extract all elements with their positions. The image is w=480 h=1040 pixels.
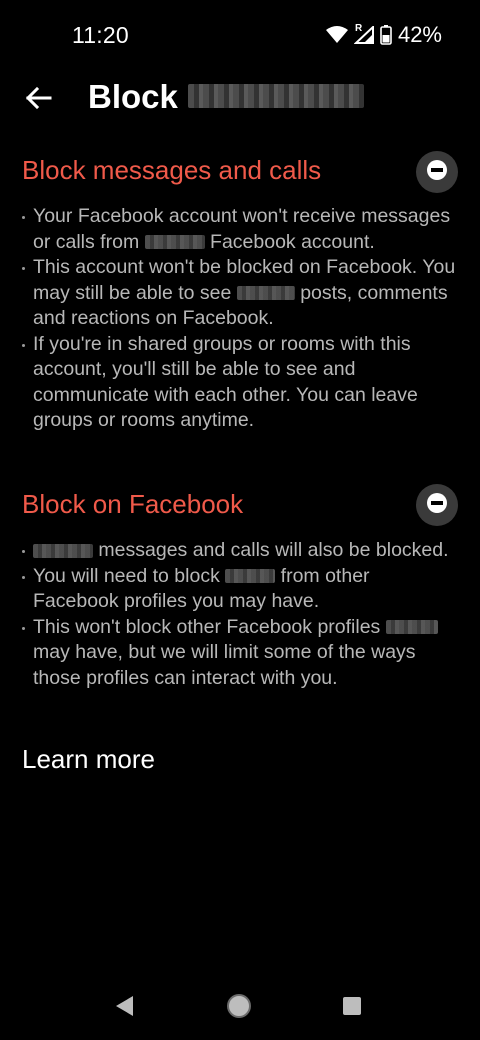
nav-home-button[interactable] <box>225 992 253 1025</box>
list-item: This won't block other Facebook profiles… <box>22 615 458 692</box>
status-bar: 11:20 R 42% <box>0 0 480 76</box>
redacted-name <box>144 235 205 250</box>
list-item: You will need to block from other Facebo… <box>22 564 458 615</box>
section-heading: Block messages and calls <box>22 155 322 185</box>
wifi-icon <box>325 26 348 44</box>
roaming-marker: R <box>354 23 363 34</box>
bullet-text: This won't block other Facebook profiles <box>33 615 381 638</box>
section-block-messages: Block messages and calls Your Facebook a… <box>22 151 458 434</box>
battery-percent: 42% <box>397 22 442 47</box>
bullet-text: messages and calls will also be blocked. <box>98 539 449 561</box>
section-block-on-facebook: Block on Facebook messages and calls wil… <box>22 484 458 691</box>
bullet-list: messages and calls will also be blocked.… <box>22 538 458 691</box>
minus-circle-icon <box>426 159 448 186</box>
bullet-text: You will need to block <box>33 564 220 587</box>
list-item: messages and calls will also be blocked. <box>22 538 458 564</box>
block-facebook-toggle-button[interactable] <box>416 484 458 526</box>
status-icons: R 42% <box>325 22 442 48</box>
minus-circle-icon <box>426 492 448 519</box>
nav-recents-square-icon <box>341 995 363 1022</box>
redacted-name <box>236 286 295 301</box>
app-bar: Block <box>0 76 480 122</box>
nav-back-button[interactable] <box>110 994 138 1022</box>
redacted-contact-name <box>187 84 364 109</box>
bullet-text: may have, but we will limit some of the … <box>33 641 416 689</box>
cell-signal-icon: R <box>353 23 374 44</box>
redacted-name <box>225 569 276 584</box>
redacted-name <box>33 543 93 558</box>
redacted-name <box>385 620 438 635</box>
nav-recents-button[interactable] <box>338 994 366 1022</box>
nav-back-triangle-icon <box>113 994 135 1023</box>
list-item: If you're in shared groups or rooms with… <box>22 332 458 434</box>
arrow-left-icon <box>24 86 52 115</box>
learn-more-link[interactable]: Learn more <box>22 744 155 775</box>
back-button[interactable] <box>20 82 56 118</box>
bullet-text: Facebook account. <box>210 230 375 253</box>
bullet-text: If you're in shared groups or rooms with… <box>33 332 418 432</box>
list-item: Your Facebook account won't receive mess… <box>22 204 458 255</box>
page-title: Block <box>88 78 364 116</box>
section-heading: Block on Facebook <box>22 489 244 519</box>
block-messages-toggle-button[interactable] <box>416 151 458 193</box>
list-item: This account won't be blocked on Faceboo… <box>22 255 458 332</box>
bullet-list: Your Facebook account won't receive mess… <box>22 204 458 434</box>
battery-icon <box>380 25 392 45</box>
status-time: 11:20 <box>72 22 129 48</box>
nav-home-circle-icon <box>225 992 253 1025</box>
system-nav-bar <box>0 976 480 1040</box>
page-title-text: Block <box>88 78 178 115</box>
